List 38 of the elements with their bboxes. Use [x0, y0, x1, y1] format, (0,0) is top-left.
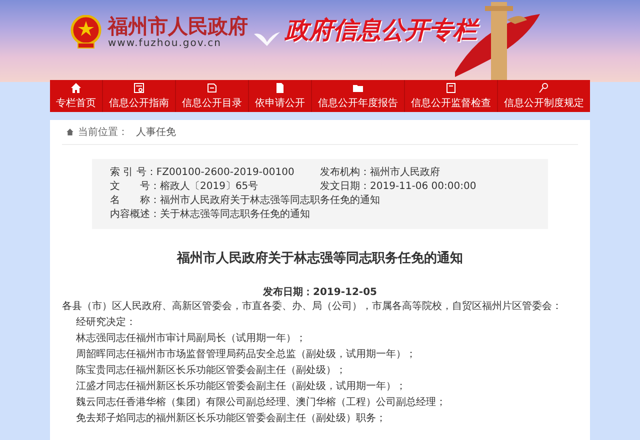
- slogan: 政府信息公开专栏: [285, 14, 477, 46]
- info-value: 榕政人〔2019〕65号: [160, 181, 258, 192]
- info-value: 福州市人民政府关于林志强等同志职务任免的通知: [160, 195, 380, 206]
- nav-item[interactable]: 信息公开指南: [103, 80, 176, 112]
- nav-item[interactable]: 依申请公开: [249, 80, 312, 112]
- home-icon: [66, 128, 74, 136]
- nav-item[interactable]: 信息公开目录: [176, 80, 249, 112]
- article-paragraph: 各县（市）区人民政府、高新区管委会，市直各委、办、局（公司），市属各高等院校，自贸区福州片区管委会：: [62, 300, 563, 314]
- article-paragraph: 魏云同志任香港华榕（集团）有限公司副总经理、澳门华榕（工程）公司副总经理；: [75, 396, 447, 410]
- nav-item[interactable]: 专栏首页: [50, 80, 103, 112]
- info-value: FZ00100-2600-2019-00100: [156, 167, 294, 178]
- info-label: 索 引 号：: [110, 167, 156, 178]
- info-value: 福州市人民政府: [370, 167, 440, 178]
- site-name: 福州市人民政府: [108, 14, 248, 38]
- nav-item[interactable]: 信息公开年度报告: [312, 80, 405, 112]
- site-url: www.fuzhou.gov.cn: [108, 38, 222, 49]
- breadcrumb-link[interactable]: 人事任免: [136, 125, 176, 139]
- article-paragraph: 江盛才同志任福州新区长乐功能区管委会副主任（副处级，试用期一年）；: [75, 380, 407, 394]
- info-value: 2019-11-06 00:00:00: [370, 181, 476, 192]
- article-title: 福州市人民政府关于林志强等同志职务任免的通知: [176, 250, 464, 267]
- article-paragraph: 免去郑子焰同志的福州新区长乐功能区管委会副主任（副处级）职务；: [75, 412, 387, 426]
- bird-icon: [252, 30, 282, 48]
- info-label: 文 号：: [110, 181, 160, 192]
- publish-date: 发布日期：2019-12-05: [262, 286, 378, 299]
- info-label: 内容概述：: [110, 209, 160, 220]
- info-value: 关于林志强等同志职务任免的通知: [160, 209, 310, 220]
- nav-item[interactable]: 信息公开监督检查: [405, 80, 498, 112]
- info-label: 发布机构：: [320, 167, 370, 178]
- article-paragraph: 周韶晖同志任福州市市场监督管理局药品安全总监（副处级，试用期一年）；: [75, 348, 417, 362]
- article-paragraph: 陈宝贵同志任福州新区长乐功能区管委会副主任（副处级）；: [75, 364, 347, 378]
- emblem-icon: [70, 14, 102, 48]
- nav-item[interactable]: 信息公开制度规定: [498, 80, 590, 112]
- article-paragraph: 经研究决定：: [75, 316, 137, 330]
- article-paragraph: 林志强同志任福州市审计局副局长（试用期一年）；: [75, 332, 307, 346]
- breadcrumb-label: 当前位置：: [78, 126, 128, 139]
- home-icon: [70, 82, 82, 94]
- info-label: 发文日期：: [320, 181, 370, 192]
- info-label: 名 称：: [110, 195, 160, 206]
